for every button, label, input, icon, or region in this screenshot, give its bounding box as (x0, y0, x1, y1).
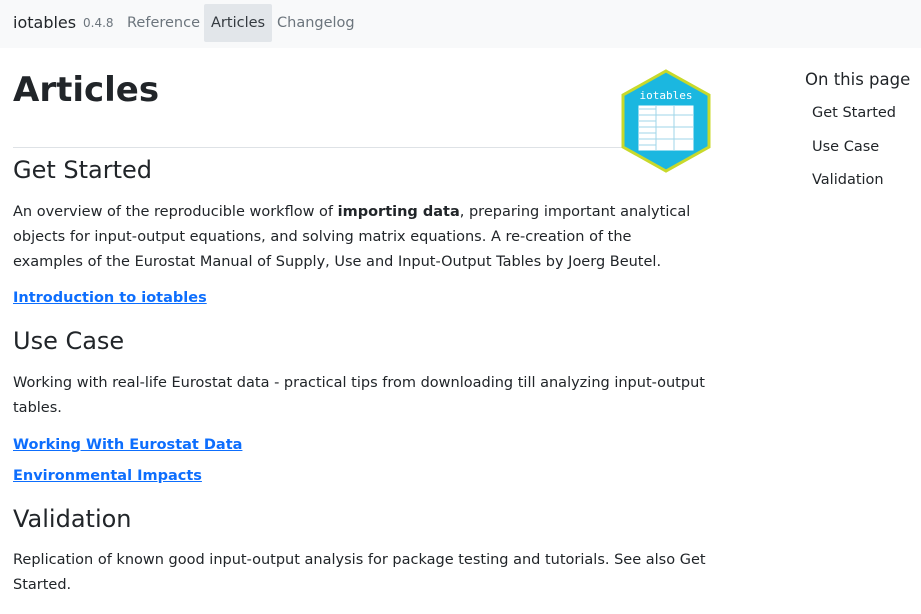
description-text: An overview of the reproducible workflow… (13, 204, 338, 220)
version-badge: 0.4.8 (83, 16, 114, 30)
nav-changelog[interactable]: Changelog (270, 4, 362, 42)
article-link-environmental-impacts[interactable]: Environmental Impacts (13, 468, 202, 484)
section-description-validation: Replication of known good input-output a… (13, 552, 706, 593)
nav-reference[interactable]: Reference (120, 4, 207, 42)
article-link-eurostat-data[interactable]: Working With Eurostat Data (13, 437, 242, 453)
toc-item-get-started[interactable]: Get Started (812, 105, 896, 121)
top-navbar: iotables 0.4.8 Reference Articles Change… (0, 0, 921, 48)
description-emphasis: importing data (337, 204, 460, 220)
iotables-hex-logo: iotables (621, 69, 711, 173)
title-divider (13, 147, 625, 148)
toc-title: On this page (805, 70, 911, 89)
nav-articles[interactable]: Articles (204, 4, 273, 42)
page-title: Articles (13, 70, 160, 110)
toc-item-use-case[interactable]: Use Case (812, 139, 879, 155)
section-title-use-case: Use Case (13, 327, 125, 355)
section-description-use-case: Working with real-life Eurostat data - p… (13, 375, 705, 416)
section-title-validation: Validation (13, 505, 132, 533)
toc-item-validation[interactable]: Validation (812, 172, 884, 188)
logo-text: iotables (640, 89, 693, 102)
section-title-get-started: Get Started (13, 156, 153, 184)
article-link-introduction[interactable]: Introduction to iotables (13, 290, 207, 306)
section-description-get-started: An overview of the reproducible workflow… (13, 200, 703, 275)
brand-link[interactable]: iotables (13, 13, 76, 32)
